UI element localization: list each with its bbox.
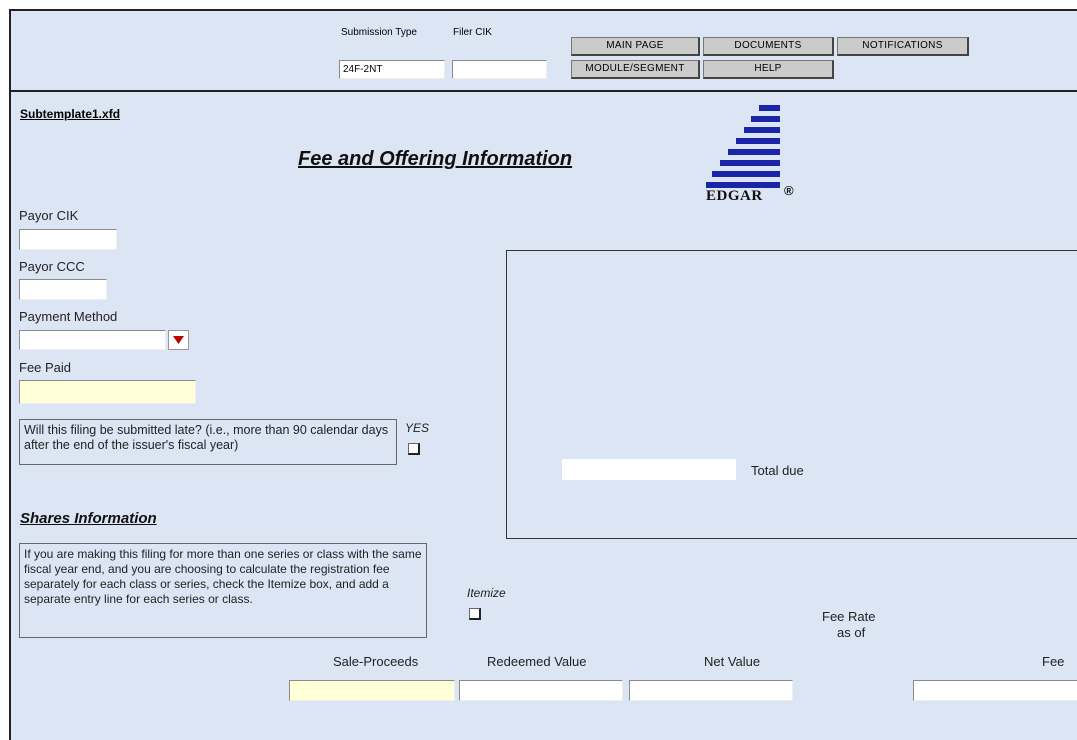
net-value-header: Net Value <box>704 654 761 669</box>
documents-button[interactable]: DOCUMENTS <box>703 37 834 56</box>
fee-summary-panel <box>506 250 1077 539</box>
chevron-down-icon <box>173 336 184 344</box>
fee-header: Fee <box>1042 654 1065 669</box>
edgar-logo: EDGAR ® <box>700 105 820 204</box>
notifications-button[interactable]: NOTIFICATIONS <box>837 37 969 56</box>
late-yes-label: YES <box>405 421 430 435</box>
itemize-checkbox[interactable] <box>469 608 481 620</box>
payment-method-dropdown-button[interactable] <box>168 330 189 350</box>
fee-rate-as-of-label: as of <box>837 625 866 640</box>
fee-paid-label: Fee Paid <box>19 360 72 375</box>
payor-ccc-label: Payor CCC <box>19 259 85 274</box>
itemize-label: Itemize <box>467 586 506 600</box>
main-page-button[interactable]: MAIN PAGE <box>571 37 700 56</box>
redeemed-value-field[interactable] <box>459 680 623 701</box>
total-due-field[interactable] <box>562 459 736 480</box>
payment-method-select[interactable] <box>19 330 166 350</box>
payor-cik-field[interactable] <box>19 229 117 250</box>
sale-proceeds-field[interactable] <box>289 680 455 701</box>
filer-cik-label: Filer CIK <box>453 27 492 38</box>
registered-mark: ® <box>784 183 794 198</box>
fee-rate-label: Fee Rate <box>822 609 876 624</box>
template-name: Subtemplate1.xfd <box>20 107 121 121</box>
submission-type-field[interactable]: 24F-2NT <box>339 60 445 79</box>
sale-proceeds-header: Sale-Proceeds <box>333 654 419 669</box>
module-segment-button[interactable]: MODULE/SEGMENT <box>571 60 700 79</box>
late-filing-question: Will this filing be submitted late? (i.e… <box>19 419 397 465</box>
net-value-field[interactable] <box>629 680 793 701</box>
payor-ccc-field[interactable] <box>19 279 107 300</box>
itemize-note: If you are making this filing for more t… <box>19 543 427 638</box>
filer-cik-field[interactable] <box>452 60 547 79</box>
redeemed-value-header: Redeemed Value <box>487 654 587 669</box>
total-due-label: Total due <box>751 463 804 478</box>
payor-cik-label: Payor CIK <box>19 208 79 223</box>
payment-method-label: Payment Method <box>19 309 118 324</box>
submission-type-label: Submission Type <box>341 27 417 38</box>
fee-field[interactable] <box>913 680 1077 701</box>
page-title: Fee and Offering Information <box>298 148 573 170</box>
edgar-logo-text: EDGAR <box>706 188 763 204</box>
shares-heading: Shares Information <box>20 510 157 527</box>
help-button[interactable]: HELP <box>703 60 834 79</box>
fee-paid-field[interactable] <box>19 380 196 404</box>
late-yes-checkbox[interactable] <box>408 443 420 455</box>
